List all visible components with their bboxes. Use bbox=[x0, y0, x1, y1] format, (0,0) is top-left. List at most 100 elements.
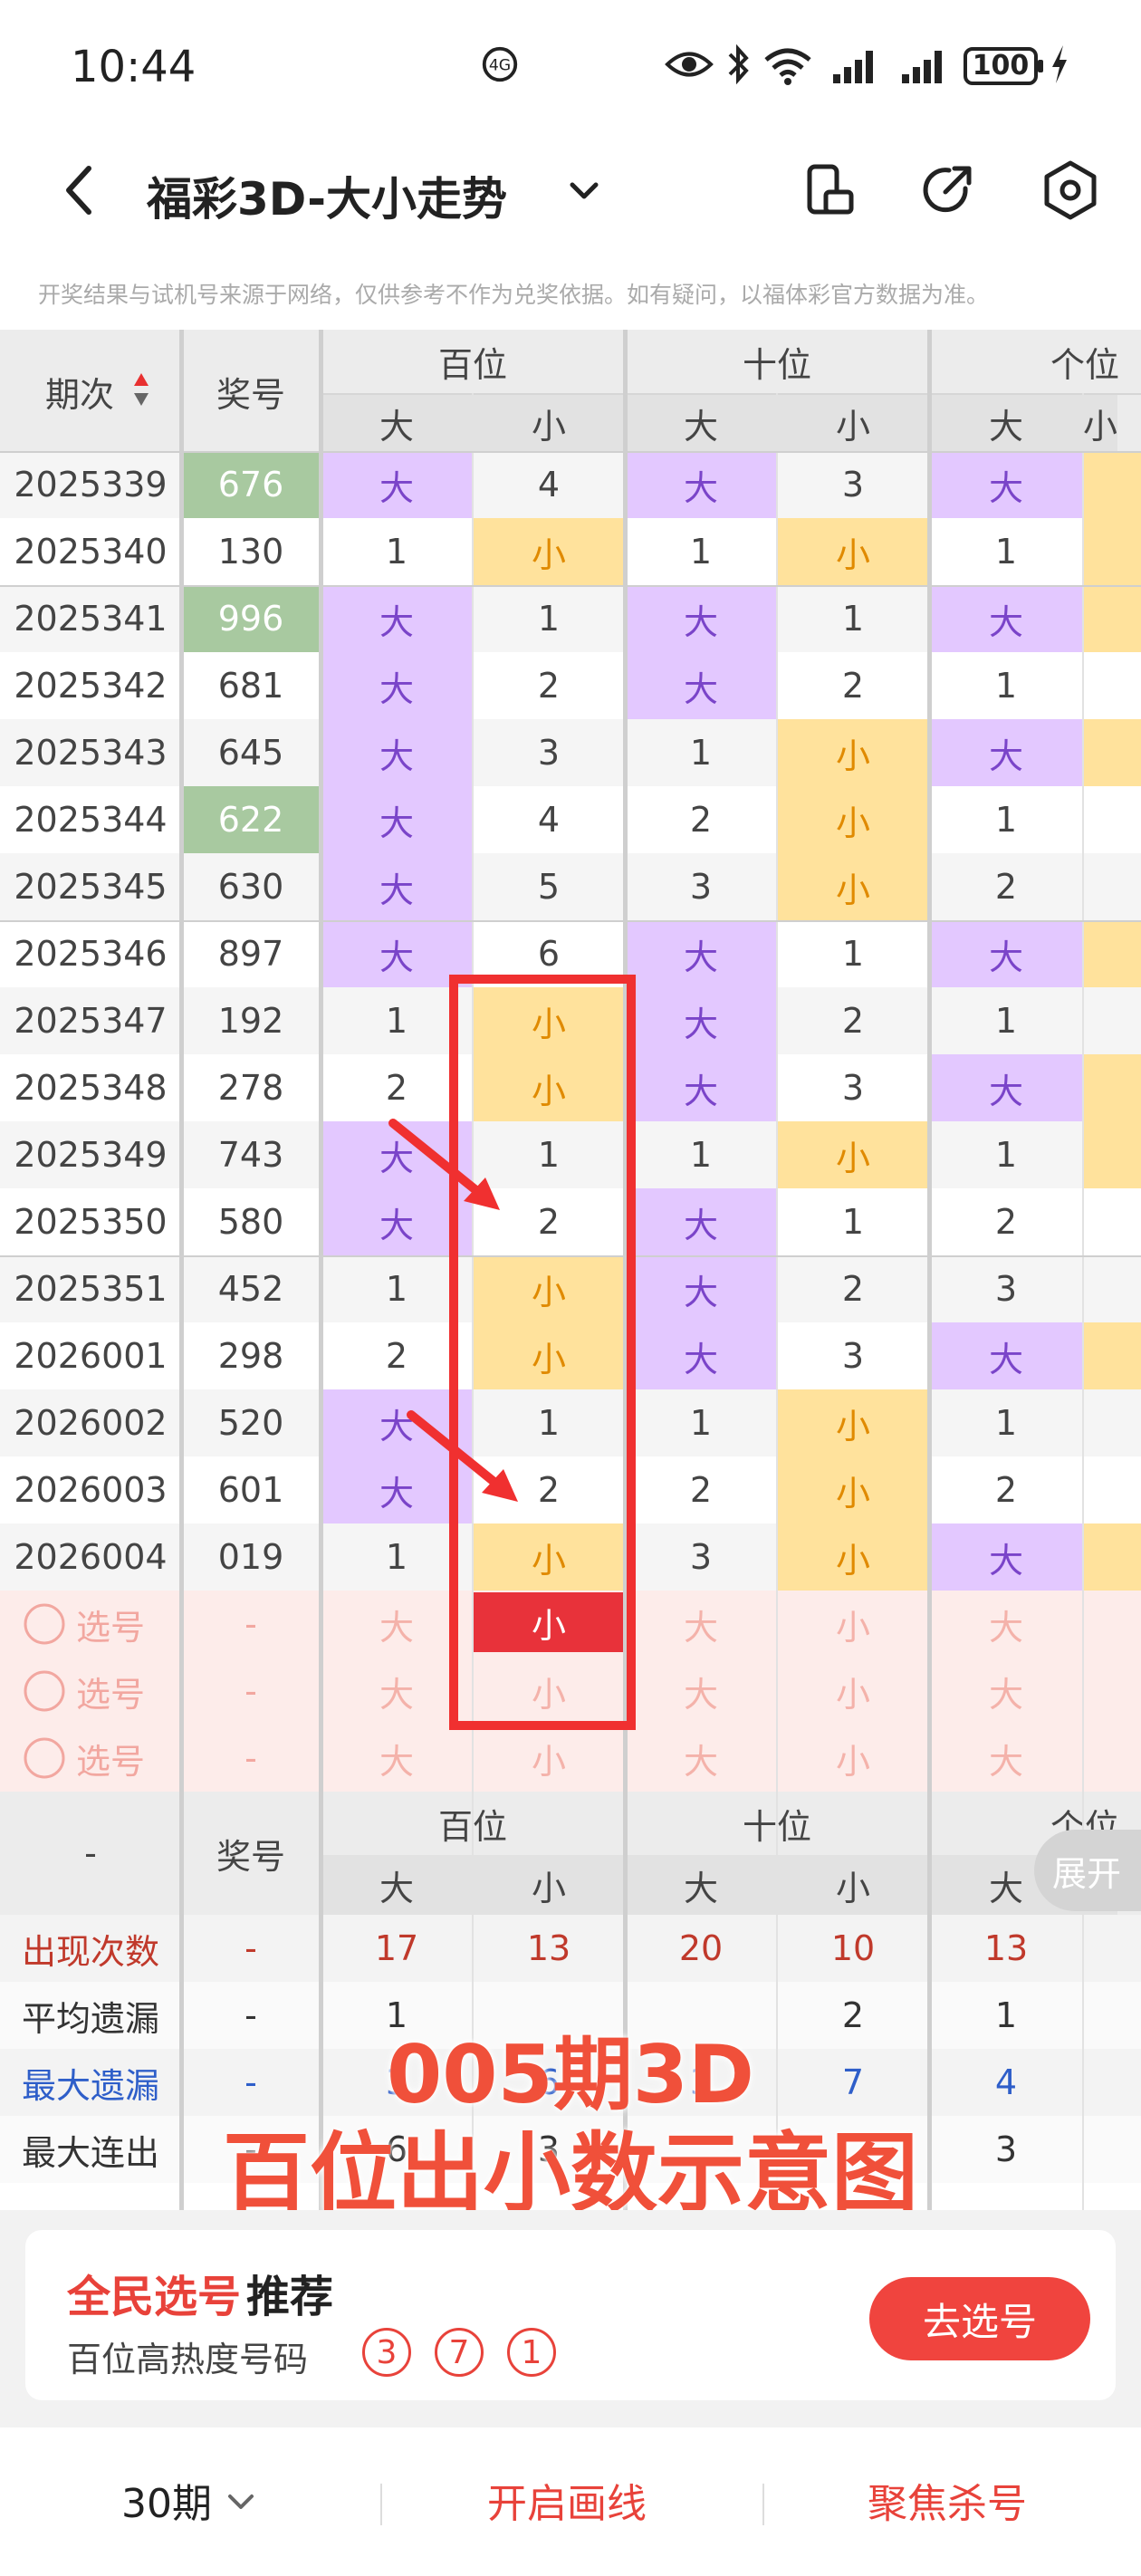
pick-toggle[interactable]: 大 bbox=[929, 1658, 1083, 1725]
column-divider-thin bbox=[1082, 393, 1084, 2210]
pick-toggle[interactable]: 大 bbox=[625, 1658, 777, 1725]
signal-icon bbox=[833, 51, 873, 83]
number-cell: 130 bbox=[217, 532, 284, 572]
stats-value: 17 bbox=[374, 1928, 419, 1968]
pick-label[interactable]: 选号 bbox=[76, 1591, 181, 1658]
omission-cell: 2 bbox=[841, 1001, 865, 1041]
svg-text:4G: 4G bbox=[489, 57, 511, 75]
wifi-icon bbox=[764, 48, 811, 85]
omission-cell: 3 bbox=[689, 867, 713, 907]
partial-column-cell bbox=[1083, 719, 1141, 786]
battery-icon: 100 bbox=[964, 47, 1043, 85]
draw-lines-button[interactable]: 开启画线 bbox=[487, 2471, 647, 2529]
period-cell: 2026002 bbox=[14, 1403, 168, 1443]
period-cell: 2025342 bbox=[14, 666, 168, 706]
omission-cell: 1 bbox=[689, 733, 713, 773]
settings-icon[interactable] bbox=[1038, 158, 1103, 223]
pick-circle-icon[interactable] bbox=[22, 1735, 67, 1781]
back-arrow-icon[interactable] bbox=[45, 154, 118, 226]
pick-toggle[interactable]: 大 bbox=[625, 1591, 777, 1658]
omission-cell: 3 bbox=[841, 1068, 865, 1108]
omission-cell: 1 bbox=[994, 1001, 1018, 1041]
number-cell: 645 bbox=[217, 733, 284, 773]
column-subheader: 大 bbox=[321, 393, 473, 453]
status-bar: 10:44 4G 100 bbox=[0, 0, 1141, 136]
stats-subheader: 大 bbox=[625, 1855, 777, 1915]
period-selector[interactable]: 30期 bbox=[121, 2471, 212, 2529]
partial-column-cell bbox=[1083, 1255, 1141, 1322]
page-title[interactable]: 福彩3D-大小走势 bbox=[147, 163, 507, 228]
omission-cell: 2 bbox=[841, 1269, 865, 1309]
period-cell: 2026004 bbox=[14, 1537, 168, 1577]
column-subheader: 大 bbox=[929, 393, 1083, 453]
column-subheader: 小 bbox=[473, 393, 625, 453]
period-cell: 2025340 bbox=[14, 532, 168, 572]
data-saver-icon: 4G bbox=[482, 46, 518, 82]
pick-toggle[interactable]: 大 bbox=[929, 1591, 1083, 1658]
pick-label[interactable]: 选号 bbox=[76, 1725, 181, 1792]
pick-toggle[interactable]: 小 bbox=[777, 1591, 929, 1658]
omission-cell: 1 bbox=[689, 1403, 713, 1443]
big-cell: 大 bbox=[929, 1054, 1083, 1121]
number-cell: 452 bbox=[217, 1269, 284, 1309]
pick-toggle[interactable]: 大 bbox=[321, 1725, 473, 1792]
period-cell: 2025349 bbox=[14, 1135, 168, 1175]
omission-cell: 1 bbox=[994, 1135, 1018, 1175]
eye-icon bbox=[665, 52, 714, 77]
column-header-period[interactable]: 期次 bbox=[0, 330, 181, 453]
pick-toggle[interactable]: 小 bbox=[473, 1725, 625, 1792]
expand-button[interactable]: 展开 bbox=[1034, 1830, 1141, 1911]
charging-icon bbox=[1052, 45, 1067, 83]
pick-number-placeholder: - bbox=[244, 1604, 257, 1644]
stats-value: 13 bbox=[526, 1928, 571, 1968]
pick-toggle[interactable]: 小 bbox=[777, 1725, 929, 1792]
big-cell: 大 bbox=[929, 920, 1083, 987]
small-cell: 小 bbox=[777, 786, 929, 853]
stats-subheader: 大 bbox=[321, 1855, 473, 1915]
big-cell: 大 bbox=[321, 451, 473, 518]
partial-column-cell bbox=[1083, 652, 1141, 719]
column-group-header: 十位 bbox=[742, 344, 811, 385]
pick-toggle[interactable]: 大 bbox=[929, 1725, 1083, 1792]
disclaimer-text: 开奖结果与试机号来源于网络，仅供参考不作为兑奖依据。如有疑问，以福体彩官方数据为… bbox=[38, 282, 990, 308]
big-cell: 大 bbox=[929, 585, 1083, 652]
omission-cell: 2 bbox=[994, 1202, 1018, 1242]
stats-header-number: 奖号 bbox=[216, 1836, 285, 1877]
pick-toggle[interactable]: 大 bbox=[625, 1725, 777, 1792]
omission-cell: 1 bbox=[994, 1403, 1018, 1443]
partial-column-cell bbox=[1083, 585, 1141, 652]
omission-cell: 3 bbox=[994, 1269, 1018, 1309]
omission-cell: 1 bbox=[537, 599, 561, 639]
go-select-button[interactable]: 去选号 bbox=[869, 2277, 1090, 2360]
column-group-header: 百位 bbox=[437, 344, 507, 385]
number-cell: 622 bbox=[181, 786, 321, 853]
small-cell: 小 bbox=[777, 853, 929, 920]
big-cell: 大 bbox=[929, 451, 1083, 518]
big-cell: 大 bbox=[625, 652, 777, 719]
pick-toggle[interactable]: 小 bbox=[777, 1658, 929, 1725]
sort-icon[interactable] bbox=[132, 371, 150, 408]
pick-circle-icon[interactable] bbox=[22, 1601, 67, 1647]
pick-label[interactable]: 选号 bbox=[76, 1658, 181, 1725]
omission-cell: 3 bbox=[537, 733, 561, 773]
period-cell: 2025351 bbox=[14, 1269, 168, 1309]
focus-kill-button[interactable]: 聚焦杀号 bbox=[868, 2471, 1027, 2529]
number-cell: 630 bbox=[217, 867, 284, 907]
chevron-down-icon[interactable] bbox=[225, 2485, 257, 2518]
number-cell: 996 bbox=[181, 585, 321, 652]
chevron-down-icon[interactable] bbox=[561, 168, 607, 214]
omission-cell: 2 bbox=[689, 1470, 713, 1510]
status-time: 10:44 bbox=[71, 42, 197, 92]
period-cell: 2026001 bbox=[14, 1336, 168, 1376]
omission-cell: 3 bbox=[841, 465, 865, 505]
period-cell: 2025343 bbox=[14, 733, 168, 773]
number-cell: 019 bbox=[217, 1537, 284, 1577]
column-divider bbox=[179, 330, 184, 2210]
partial-column-cell bbox=[1083, 920, 1141, 987]
share-icon[interactable] bbox=[915, 158, 980, 223]
column-header-number: 奖号 bbox=[216, 374, 285, 415]
pick-circle-icon[interactable] bbox=[22, 1668, 67, 1714]
screen-orientation-icon[interactable] bbox=[797, 158, 862, 223]
hot-number-ball: 7 bbox=[435, 2328, 484, 2377]
app-header: 福彩3D-大小走势 bbox=[0, 136, 1141, 248]
